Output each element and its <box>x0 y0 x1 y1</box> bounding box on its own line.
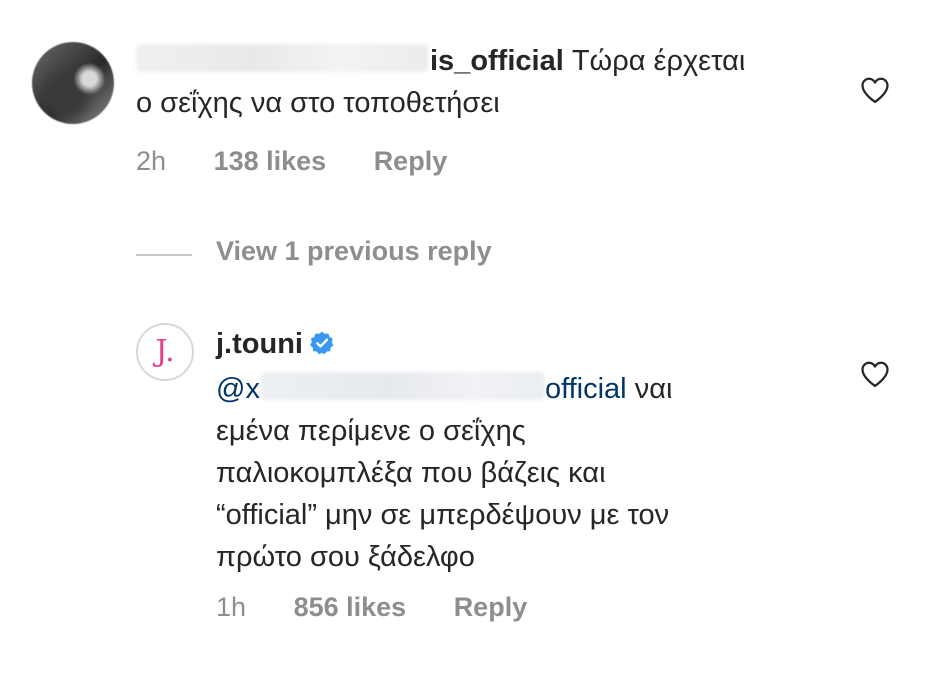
mention-link[interactable]: @x official <box>216 372 627 405</box>
heart-outline-icon[interactable] <box>860 76 890 104</box>
reply-text: @x official ναι εμένα περίμενε ο σεΐχης π… <box>216 368 826 578</box>
redacted-mention-blur <box>259 372 545 400</box>
reply-likes[interactable]: 856 likes <box>294 592 407 622</box>
comment-likes[interactable]: 138 likes <box>214 146 327 176</box>
comment-username[interactable]: is_official <box>136 44 564 77</box>
heart-outline-icon[interactable] <box>860 360 890 388</box>
avatar-letter: J. <box>155 334 175 369</box>
reply-reply-button[interactable]: Reply <box>454 592 528 622</box>
comment-text: is_official Τώρα έρχεται ο σεΐχης να στο… <box>136 40 836 124</box>
comment-meta: 2h 138 likes Reply <box>136 146 487 177</box>
avatar[interactable]: J. <box>136 323 194 381</box>
comments-thread: is_official Τώρα έρχεται ο σεΐχης να στο… <box>0 0 946 673</box>
reply-text-line2: εμένα περίμενε ο σεΐχης <box>216 415 526 447</box>
verified-badge-icon <box>310 331 334 355</box>
comment-text-line1: Τώρα έρχεται <box>571 45 746 77</box>
reply-text-line3: παλιοκομπλέξα που βάζεις και <box>216 457 606 489</box>
avatar[interactable] <box>32 42 114 124</box>
reply-text-line5: πρώτο σου ξάδελφο <box>216 541 475 573</box>
view-previous-replies-button[interactable]: View 1 previous reply <box>216 236 492 267</box>
redacted-username-blur <box>136 44 428 72</box>
reply-time: 1h <box>216 592 247 622</box>
comment-reply-button[interactable]: Reply <box>374 146 448 176</box>
comment-time: 2h <box>136 146 167 176</box>
comment-text-line2: ο σεΐχης να στο τοποθετήσει <box>136 87 500 119</box>
reply-username[interactable]: j.touni <box>216 328 335 361</box>
thread-divider <box>136 254 192 256</box>
reply-text-line1: ναι <box>634 373 673 405</box>
reply-text-line4: “official” μην σε μπερδέψουν με τον <box>216 499 670 531</box>
reply-meta: 1h 856 likes Reply <box>216 592 567 623</box>
